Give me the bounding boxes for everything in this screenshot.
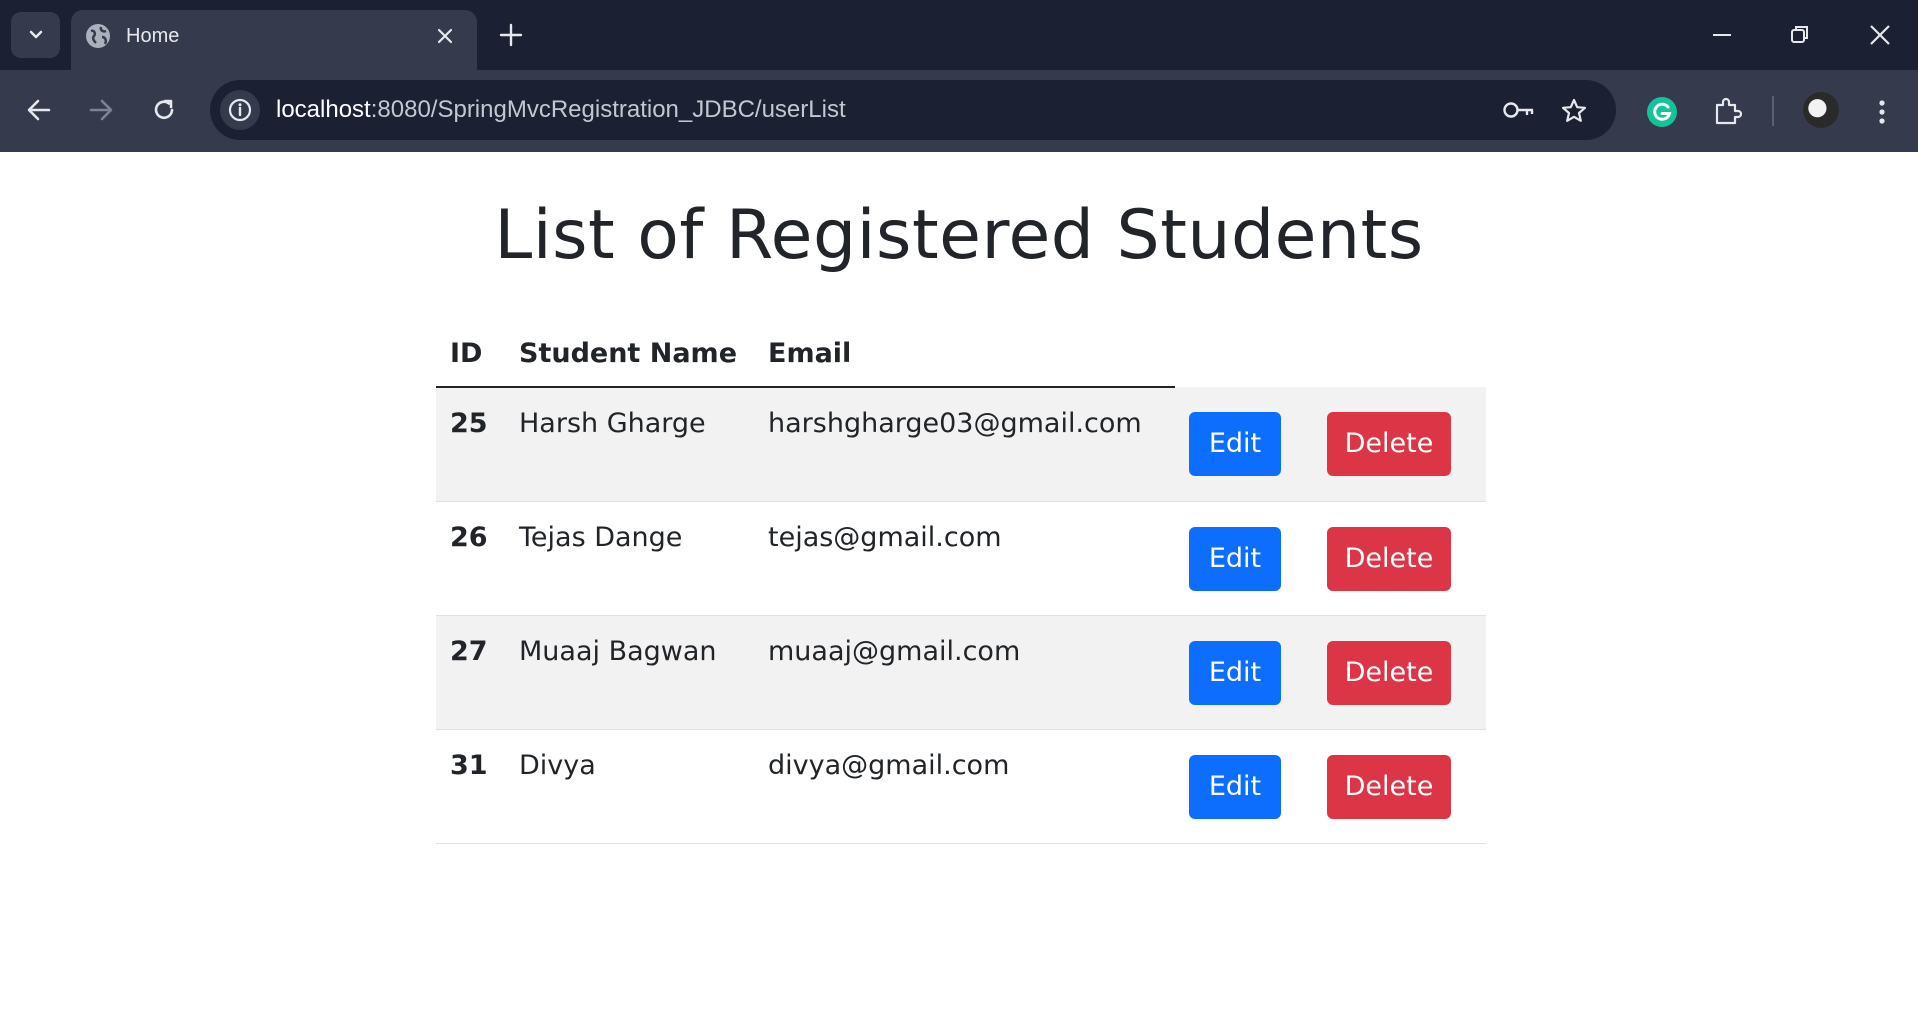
table-header-row: ID Student Name Email (436, 320, 1486, 388)
student-name: Muaaj Bagwan (505, 615, 754, 730)
edit-button[interactable]: Edit (1189, 640, 1281, 705)
students-table: ID Student Name Email 25 Harsh Gharge ha… (436, 320, 1486, 844)
grammarly-icon[interactable] (1646, 96, 1678, 128)
tab-search-button[interactable] (11, 12, 60, 58)
window-close-icon[interactable] (1868, 22, 1892, 48)
edit-button[interactable]: Edit (1189, 412, 1281, 476)
student-email: muaaj@gmail.com (754, 615, 1175, 730)
table-row: 26 Tejas Dange tejas@gmail.com Edit Dele… (436, 501, 1486, 616)
delete-button[interactable]: Delete (1327, 640, 1451, 705)
edit-cell: Edit (1175, 729, 1313, 844)
student-id: 31 (436, 729, 505, 844)
reload-icon[interactable] (150, 96, 178, 124)
delete-cell: Delete (1313, 501, 1486, 616)
extensions-icon[interactable] (1712, 96, 1742, 126)
delete-button[interactable]: Delete (1327, 754, 1451, 819)
menu-dots-icon[interactable] (1874, 98, 1890, 126)
address-bar[interactable]: localhost:8080/SpringMvcRegistration_JDB… (210, 80, 1616, 140)
student-id: 27 (436, 615, 505, 730)
student-email: tejas@gmail.com (754, 501, 1175, 616)
forward-arrow-icon[interactable] (87, 96, 115, 124)
info-icon (228, 98, 252, 122)
table-row: 25 Harsh Gharge harshgharge03@gmail.com … (436, 387, 1486, 502)
delete-cell: Delete (1313, 615, 1486, 730)
minimize-icon[interactable] (1710, 22, 1734, 48)
url-path: :8080/SpringMvcRegistration_JDBC/userLis… (370, 96, 846, 123)
avatar[interactable] (1803, 92, 1839, 128)
column-header-name: Student Name (505, 320, 754, 388)
column-header-email: Email (754, 320, 1175, 388)
delete-cell: Delete (1313, 729, 1486, 844)
edit-cell: Edit (1175, 501, 1313, 616)
edit-button[interactable]: Edit (1189, 526, 1281, 591)
globe-icon (86, 24, 110, 48)
student-email: divya@gmail.com (754, 729, 1175, 844)
restore-icon[interactable] (1788, 22, 1812, 48)
page-title: List of Registered Students (494, 196, 1424, 275)
toolbar-divider (1772, 96, 1774, 126)
delete-button[interactable]: Delete (1327, 412, 1451, 476)
table-row: 31 Divya divya@gmail.com Edit Delete (436, 729, 1486, 844)
column-header-delete (1313, 320, 1486, 387)
url-text[interactable]: localhost:8080/SpringMvcRegistration_JDB… (276, 96, 846, 124)
browser-toolbar: localhost:8080/SpringMvcRegistration_JDB… (0, 70, 1918, 152)
column-header-id: ID (436, 320, 505, 388)
site-info-button[interactable] (220, 90, 260, 130)
star-icon[interactable] (1560, 97, 1588, 125)
student-id: 26 (436, 501, 505, 616)
student-email: harshgharge03@gmail.com (754, 387, 1175, 502)
back-arrow-icon[interactable] (25, 96, 53, 124)
delete-cell: Delete (1313, 387, 1486, 502)
column-header-edit (1175, 320, 1313, 387)
edit-cell: Edit (1175, 615, 1313, 730)
plus-icon[interactable] (498, 22, 524, 48)
tab-strip: Home (0, 0, 1918, 70)
browser-tab[interactable]: Home (71, 10, 477, 70)
delete-button[interactable]: Delete (1327, 526, 1451, 591)
edit-button[interactable]: Edit (1189, 754, 1281, 819)
student-name: Divya (505, 729, 754, 844)
student-name: Tejas Dange (505, 501, 754, 616)
close-icon[interactable] (434, 25, 456, 47)
key-icon[interactable] (1502, 97, 1536, 123)
table-row: 27 Muaaj Bagwan muaaj@gmail.com Edit Del… (436, 615, 1486, 730)
tab-title: Home (126, 25, 180, 47)
student-id: 25 (436, 387, 505, 502)
url-host: localhost (276, 96, 371, 123)
edit-cell: Edit (1175, 387, 1313, 502)
chevron-down-icon (29, 30, 42, 39)
student-name: Harsh Gharge (505, 387, 754, 502)
